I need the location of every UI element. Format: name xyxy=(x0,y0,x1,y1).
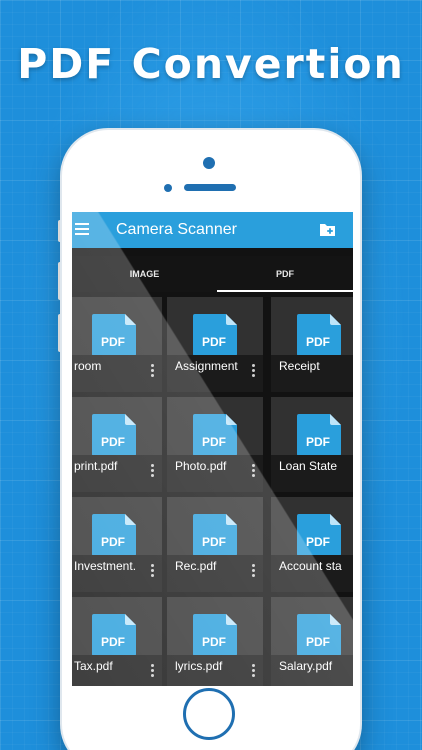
tab-pdf[interactable]: PDF xyxy=(217,256,353,292)
file-name: Rec.pdf xyxy=(175,559,217,573)
pdf-file-icon: PDF xyxy=(297,514,341,556)
file-name: Investment. xyxy=(74,559,137,573)
pdf-file-icon: PDF xyxy=(92,414,136,456)
file-caption: Photo.pdf xyxy=(167,455,263,492)
file-name: room xyxy=(74,359,102,373)
svg-text:PDF: PDF xyxy=(202,535,226,549)
svg-text:PDF: PDF xyxy=(101,535,125,549)
more-options-icon[interactable] xyxy=(252,464,255,479)
pdf-file-tile[interactable]: PDF Rec.pdf xyxy=(167,497,263,592)
pdf-file-icon: PDF xyxy=(193,614,237,656)
svg-text:PDF: PDF xyxy=(202,635,226,649)
file-thumbnail: PDF xyxy=(271,297,353,356)
file-caption: Receipt xyxy=(271,355,353,392)
pdf-file-icon: PDF xyxy=(92,314,136,356)
svg-text:PDF: PDF xyxy=(101,335,125,349)
file-thumbnail: PDF xyxy=(167,597,263,656)
file-thumbnail: PDF xyxy=(167,397,263,456)
file-thumbnail: PDF xyxy=(167,297,263,356)
app-screen: Camera Scanner IMAGE PDF PDF room PDF As… xyxy=(72,212,353,686)
front-camera xyxy=(203,157,215,169)
more-options-icon[interactable] xyxy=(252,664,255,679)
file-caption: room xyxy=(72,355,162,392)
file-caption: Assignment xyxy=(167,355,263,392)
pdf-file-icon: PDF xyxy=(92,514,136,556)
pdf-file-tile[interactable]: PDF print.pdf xyxy=(72,397,162,492)
pdf-file-tile[interactable]: PDF room xyxy=(72,297,162,392)
pdf-file-tile[interactable]: PDF Receipt xyxy=(271,297,353,392)
file-caption: Loan State xyxy=(271,455,353,492)
pdf-file-icon: PDF xyxy=(193,514,237,556)
svg-text:PDF: PDF xyxy=(202,335,226,349)
pdf-file-icon: PDF xyxy=(193,314,237,356)
pdf-file-icon: PDF xyxy=(297,314,341,356)
pdf-file-tile[interactable]: PDF Account sta xyxy=(271,497,353,592)
tab-bar: IMAGE PDF xyxy=(72,256,353,292)
add-folder-icon[interactable] xyxy=(319,223,336,237)
file-name: Tax.pdf xyxy=(74,659,113,673)
file-name: Receipt xyxy=(279,359,320,373)
pdf-file-tile[interactable]: PDF Investment. xyxy=(72,497,162,592)
more-options-icon[interactable] xyxy=(151,464,154,479)
app-title: Camera Scanner xyxy=(116,221,237,238)
file-thumbnail: PDF xyxy=(271,597,353,656)
earpiece-speaker xyxy=(184,184,236,191)
file-name: Photo.pdf xyxy=(175,459,227,473)
pdf-file-tile[interactable]: PDF Assignment xyxy=(167,297,263,392)
tab-image[interactable]: IMAGE xyxy=(72,256,217,292)
file-name: Assignment xyxy=(175,359,238,373)
more-options-icon[interactable] xyxy=(252,564,255,579)
file-name: print.pdf xyxy=(74,459,118,473)
file-thumbnail: PDF xyxy=(271,397,353,456)
more-options-icon[interactable] xyxy=(252,364,255,379)
svg-text:PDF: PDF xyxy=(101,435,125,449)
svg-text:PDF: PDF xyxy=(202,435,226,449)
file-thumbnail: PDF xyxy=(167,497,263,556)
pdf-file-icon: PDF xyxy=(297,414,341,456)
file-caption: Account sta xyxy=(271,555,353,592)
file-caption: Tax.pdf xyxy=(72,655,162,686)
pdf-file-tile[interactable]: PDF Tax.pdf xyxy=(72,597,162,686)
file-name: Account sta xyxy=(279,559,342,573)
file-caption: Salary.pdf xyxy=(271,655,353,686)
home-button[interactable] xyxy=(183,688,235,740)
file-name: lyrics.pdf xyxy=(175,659,223,673)
promo-headline: PDF Convertion xyxy=(17,40,405,88)
pdf-file-tile[interactable]: PDF Salary.pdf xyxy=(271,597,353,686)
svg-text:PDF: PDF xyxy=(101,635,125,649)
more-options-icon[interactable] xyxy=(151,364,154,379)
svg-text:PDF: PDF xyxy=(306,635,330,649)
file-thumbnail: PDF xyxy=(271,497,353,556)
svg-text:PDF: PDF xyxy=(306,535,330,549)
file-caption: lyrics.pdf xyxy=(167,655,263,686)
app-bar: Camera Scanner xyxy=(72,212,353,248)
more-options-icon[interactable] xyxy=(151,564,154,579)
file-caption: Rec.pdf xyxy=(167,555,263,592)
file-thumbnail: PDF xyxy=(72,297,162,356)
pdf-file-icon: PDF xyxy=(297,614,341,656)
file-thumbnail: PDF xyxy=(72,497,162,556)
pdf-file-tile[interactable]: PDF lyrics.pdf xyxy=(167,597,263,686)
pdf-file-icon: PDF xyxy=(92,614,136,656)
file-caption: print.pdf xyxy=(72,455,162,492)
pdf-file-tile[interactable]: PDF Loan State xyxy=(271,397,353,492)
file-thumbnail: PDF xyxy=(72,397,162,456)
hamburger-menu-icon[interactable] xyxy=(75,223,89,235)
file-name: Loan State xyxy=(279,459,338,473)
proximity-sensor xyxy=(164,184,172,192)
svg-text:PDF: PDF xyxy=(306,435,330,449)
file-name: Salary.pdf xyxy=(279,659,333,673)
pdf-file-tile[interactable]: PDF Photo.pdf xyxy=(167,397,263,492)
file-caption: Investment. xyxy=(72,555,162,592)
svg-text:PDF: PDF xyxy=(306,335,330,349)
file-thumbnail: PDF xyxy=(72,597,162,656)
more-options-icon[interactable] xyxy=(151,664,154,679)
pdf-file-icon: PDF xyxy=(193,414,237,456)
